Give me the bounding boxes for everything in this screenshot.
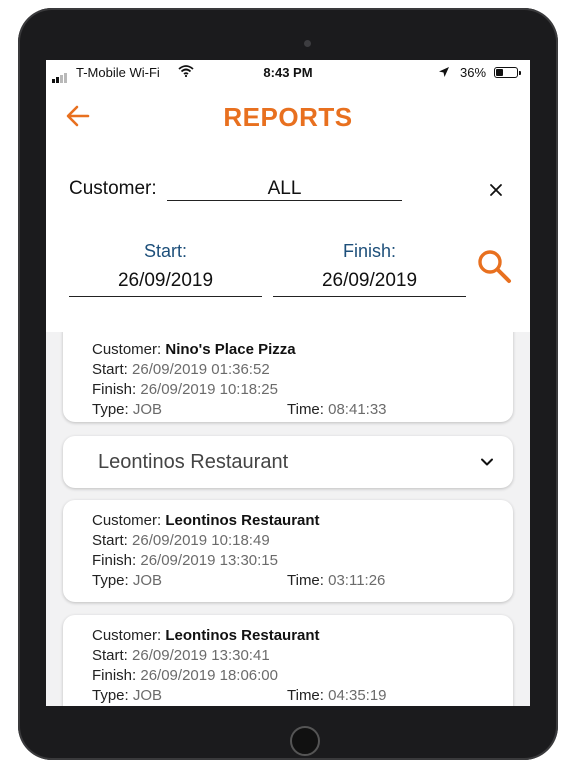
close-icon bbox=[490, 184, 502, 196]
customer-label: Customer: bbox=[92, 512, 162, 529]
report-card[interactable]: Customer: Leontinos Restaurant Start: 26… bbox=[63, 615, 513, 706]
customer-name: Leontinos Restaurant bbox=[165, 512, 320, 529]
customer-name: Nino's Place Pizza bbox=[165, 341, 296, 358]
start-date-field[interactable]: 26/09/2019 bbox=[69, 266, 262, 297]
start-label: Start: bbox=[143, 241, 187, 261]
report-card[interactable]: Customer: Leontinos Restaurant Start: 26… bbox=[63, 500, 513, 602]
type-label: Type: bbox=[92, 687, 129, 704]
customer-name: Leontinos Restaurant bbox=[165, 627, 320, 644]
location-arrow-icon bbox=[438, 66, 450, 81]
tablet-frame: T-Mobile Wi-Fi 8:43 PM 36% REPORTS Custo… bbox=[18, 8, 558, 760]
finish-time: 26/09/2019 13:30:15 bbox=[140, 552, 278, 569]
battery-icon bbox=[494, 67, 521, 78]
finish-label: Finish: bbox=[92, 381, 137, 398]
entry-type: JOB bbox=[132, 687, 163, 704]
finish-label: Finish: bbox=[92, 667, 137, 684]
search-icon bbox=[478, 250, 511, 283]
group-header-leontinos[interactable]: Leontinos Restaurant bbox=[63, 436, 513, 488]
finish-label: Finish: bbox=[342, 241, 396, 261]
duration-value: 03:11:26 bbox=[328, 572, 386, 589]
customer-select[interactable]: ALL bbox=[167, 176, 402, 201]
finish-time: 26/09/2019 10:18:25 bbox=[140, 381, 278, 398]
customer-label: Customer: bbox=[92, 341, 162, 358]
start-time: 26/09/2019 13:30:41 bbox=[132, 647, 270, 664]
battery-percent: 36% bbox=[460, 65, 487, 80]
customer-label: Customer: bbox=[92, 627, 162, 644]
type-label: Type: bbox=[92, 572, 129, 589]
status-bar: T-Mobile Wi-Fi 8:43 PM 36% bbox=[46, 60, 530, 86]
finish-date-field[interactable]: 26/09/2019 bbox=[273, 266, 466, 297]
front-camera bbox=[304, 40, 311, 47]
clear-customer-button[interactable] bbox=[484, 178, 508, 202]
status-time: 8:43 PM bbox=[263, 65, 313, 80]
duration-label: Time: bbox=[287, 572, 324, 589]
type-label: Type: bbox=[92, 401, 129, 418]
start-time: 26/09/2019 10:18:49 bbox=[132, 532, 270, 549]
start-label: Start: bbox=[92, 532, 128, 549]
duration-value: 08:41:33 bbox=[328, 401, 387, 418]
report-list[interactable]: Customer: Nino's Place Pizza Start: 26/0… bbox=[46, 332, 530, 706]
entry-type: JOB bbox=[132, 401, 163, 418]
entry-type: JOB bbox=[132, 572, 163, 589]
home-button[interactable] bbox=[290, 726, 320, 756]
search-button[interactable] bbox=[474, 246, 514, 286]
start-time: 26/09/2019 01:36:52 bbox=[132, 361, 270, 378]
chevron-down-icon bbox=[481, 458, 493, 466]
duration-label: Time: bbox=[287, 687, 324, 704]
report-card[interactable]: Customer: Nino's Place Pizza Start: 26/0… bbox=[63, 332, 513, 422]
start-label: Start: bbox=[92, 647, 128, 664]
duration-label: Time: bbox=[287, 401, 324, 418]
start-label: Start: bbox=[92, 361, 128, 378]
finish-time: 26/09/2019 18:06:00 bbox=[140, 667, 278, 684]
page-title: REPORTS bbox=[223, 102, 353, 132]
duration-value: 04:35:19 bbox=[328, 687, 387, 704]
app-screen: T-Mobile Wi-Fi 8:43 PM 36% REPORTS Custo… bbox=[46, 60, 530, 706]
customer-label: Customer: bbox=[69, 178, 157, 199]
finish-label: Finish: bbox=[92, 552, 137, 569]
group-name: Leontinos Restaurant bbox=[98, 451, 289, 473]
